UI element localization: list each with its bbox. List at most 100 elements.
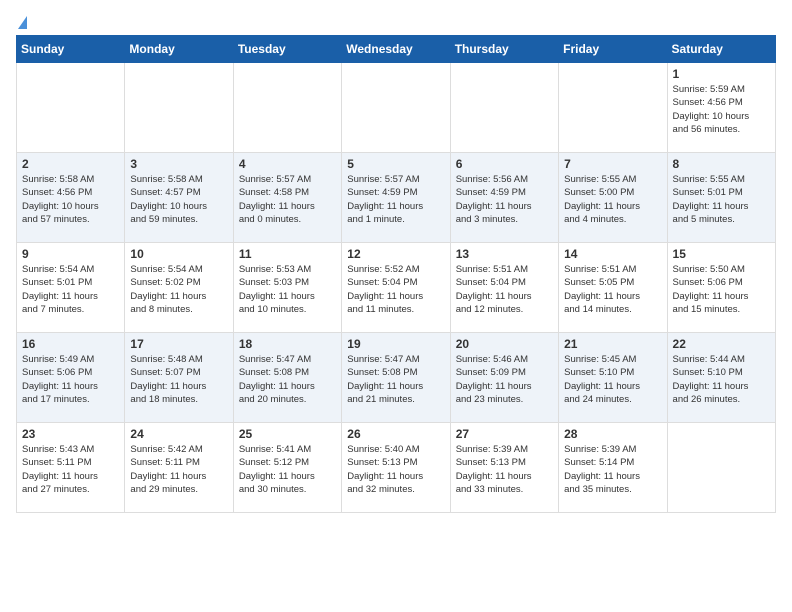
logo-triangle-icon	[18, 16, 27, 29]
calendar-cell: 3 Sunrise: 5:58 AM Sunset: 4:57 PM Daylig…	[125, 153, 233, 243]
weekday-header-friday: Friday	[559, 36, 667, 63]
day-detail: Sunrise: 5:51 AM Sunset: 5:05 PM Dayligh…	[564, 263, 661, 316]
calendar-cell: 18 Sunrise: 5:47 AM Sunset: 5:08 PM Dayli…	[233, 333, 341, 423]
weekday-header-monday: Monday	[125, 36, 233, 63]
day-number: 28	[564, 427, 661, 441]
day-number: 21	[564, 337, 661, 351]
calendar-cell: 9 Sunrise: 5:54 AM Sunset: 5:01 PM Daylig…	[17, 243, 125, 333]
calendar-week-row: 16 Sunrise: 5:49 AM Sunset: 5:06 PM Dayli…	[17, 333, 776, 423]
day-number: 7	[564, 157, 661, 171]
calendar-cell: 13 Sunrise: 5:51 AM Sunset: 5:04 PM Dayli…	[450, 243, 558, 333]
weekday-header-wednesday: Wednesday	[342, 36, 450, 63]
day-number: 16	[22, 337, 119, 351]
calendar-cell: 12 Sunrise: 5:52 AM Sunset: 5:04 PM Dayli…	[342, 243, 450, 333]
calendar-week-row: 2 Sunrise: 5:58 AM Sunset: 4:56 PM Daylig…	[17, 153, 776, 243]
day-detail: Sunrise: 5:45 AM Sunset: 5:10 PM Dayligh…	[564, 353, 661, 406]
calendar-table: SundayMondayTuesdayWednesdayThursdayFrid…	[16, 35, 776, 513]
day-detail: Sunrise: 5:52 AM Sunset: 5:04 PM Dayligh…	[347, 263, 444, 316]
calendar-cell	[342, 63, 450, 153]
day-detail: Sunrise: 5:49 AM Sunset: 5:06 PM Dayligh…	[22, 353, 119, 406]
day-number: 9	[22, 247, 119, 261]
day-number: 23	[22, 427, 119, 441]
day-number: 17	[130, 337, 227, 351]
day-detail: Sunrise: 5:58 AM Sunset: 4:56 PM Dayligh…	[22, 173, 119, 226]
calendar-week-row: 23 Sunrise: 5:43 AM Sunset: 5:11 PM Dayli…	[17, 423, 776, 513]
calendar-cell: 24 Sunrise: 5:42 AM Sunset: 5:11 PM Dayli…	[125, 423, 233, 513]
calendar-cell	[17, 63, 125, 153]
calendar-cell: 28 Sunrise: 5:39 AM Sunset: 5:14 PM Dayli…	[559, 423, 667, 513]
day-detail: Sunrise: 5:58 AM Sunset: 4:57 PM Dayligh…	[130, 173, 227, 226]
weekday-header-tuesday: Tuesday	[233, 36, 341, 63]
calendar-cell	[559, 63, 667, 153]
calendar-week-row: 1Sunrise: 5:59 AM Sunset: 4:56 PM Daylig…	[17, 63, 776, 153]
calendar-cell: 6 Sunrise: 5:56 AM Sunset: 4:59 PM Daylig…	[450, 153, 558, 243]
day-detail: Sunrise: 5:48 AM Sunset: 5:07 PM Dayligh…	[130, 353, 227, 406]
day-number: 25	[239, 427, 336, 441]
calendar-cell: 23 Sunrise: 5:43 AM Sunset: 5:11 PM Dayli…	[17, 423, 125, 513]
calendar-cell: 26 Sunrise: 5:40 AM Sunset: 5:13 PM Dayli…	[342, 423, 450, 513]
calendar-cell	[450, 63, 558, 153]
calendar-cell: 15 Sunrise: 5:50 AM Sunset: 5:06 PM Dayli…	[667, 243, 775, 333]
weekday-header-sunday: Sunday	[17, 36, 125, 63]
day-detail: Sunrise: 5:39 AM Sunset: 5:14 PM Dayligh…	[564, 443, 661, 496]
day-number: 18	[239, 337, 336, 351]
day-detail: Sunrise: 5:57 AM Sunset: 4:58 PM Dayligh…	[239, 173, 336, 226]
page-header	[16, 16, 776, 27]
weekday-header-row: SundayMondayTuesdayWednesdayThursdayFrid…	[17, 36, 776, 63]
day-detail: Sunrise: 5:43 AM Sunset: 5:11 PM Dayligh…	[22, 443, 119, 496]
calendar-cell: 5Sunrise: 5:57 AM Sunset: 4:59 PM Daylig…	[342, 153, 450, 243]
calendar-cell: 8 Sunrise: 5:55 AM Sunset: 5:01 PM Daylig…	[667, 153, 775, 243]
day-number: 27	[456, 427, 553, 441]
day-detail: Sunrise: 5:47 AM Sunset: 5:08 PM Dayligh…	[347, 353, 444, 406]
day-detail: Sunrise: 5:41 AM Sunset: 5:12 PM Dayligh…	[239, 443, 336, 496]
day-number: 24	[130, 427, 227, 441]
day-number: 2	[22, 157, 119, 171]
calendar-cell: 11 Sunrise: 5:53 AM Sunset: 5:03 PM Dayli…	[233, 243, 341, 333]
calendar-cell: 27Sunrise: 5:39 AM Sunset: 5:13 PM Dayli…	[450, 423, 558, 513]
day-number: 10	[130, 247, 227, 261]
day-detail: Sunrise: 5:54 AM Sunset: 5:02 PM Dayligh…	[130, 263, 227, 316]
day-detail: Sunrise: 5:44 AM Sunset: 5:10 PM Dayligh…	[673, 353, 770, 406]
day-detail: Sunrise: 5:47 AM Sunset: 5:08 PM Dayligh…	[239, 353, 336, 406]
day-detail: Sunrise: 5:55 AM Sunset: 5:01 PM Dayligh…	[673, 173, 770, 226]
day-detail: Sunrise: 5:50 AM Sunset: 5:06 PM Dayligh…	[673, 263, 770, 316]
day-detail: Sunrise: 5:42 AM Sunset: 5:11 PM Dayligh…	[130, 443, 227, 496]
calendar-cell: 7 Sunrise: 5:55 AM Sunset: 5:00 PM Daylig…	[559, 153, 667, 243]
day-number: 20	[456, 337, 553, 351]
day-detail: Sunrise: 5:57 AM Sunset: 4:59 PM Dayligh…	[347, 173, 444, 226]
day-detail: Sunrise: 5:59 AM Sunset: 4:56 PM Dayligh…	[673, 83, 770, 136]
day-number: 6	[456, 157, 553, 171]
calendar-cell: 22Sunrise: 5:44 AM Sunset: 5:10 PM Dayli…	[667, 333, 775, 423]
day-number: 14	[564, 247, 661, 261]
day-detail: Sunrise: 5:46 AM Sunset: 5:09 PM Dayligh…	[456, 353, 553, 406]
weekday-header-thursday: Thursday	[450, 36, 558, 63]
day-number: 26	[347, 427, 444, 441]
calendar-cell: 14 Sunrise: 5:51 AM Sunset: 5:05 PM Dayli…	[559, 243, 667, 333]
calendar-cell: 10 Sunrise: 5:54 AM Sunset: 5:02 PM Dayli…	[125, 243, 233, 333]
day-detail: Sunrise: 5:51 AM Sunset: 5:04 PM Dayligh…	[456, 263, 553, 316]
day-detail: Sunrise: 5:55 AM Sunset: 5:00 PM Dayligh…	[564, 173, 661, 226]
day-detail: Sunrise: 5:54 AM Sunset: 5:01 PM Dayligh…	[22, 263, 119, 316]
day-number: 13	[456, 247, 553, 261]
day-number: 8	[673, 157, 770, 171]
calendar-cell	[233, 63, 341, 153]
day-number: 15	[673, 247, 770, 261]
day-detail: Sunrise: 5:40 AM Sunset: 5:13 PM Dayligh…	[347, 443, 444, 496]
day-detail: Sunrise: 5:53 AM Sunset: 5:03 PM Dayligh…	[239, 263, 336, 316]
calendar-cell: 1Sunrise: 5:59 AM Sunset: 4:56 PM Daylig…	[667, 63, 775, 153]
day-number: 12	[347, 247, 444, 261]
calendar-cell	[667, 423, 775, 513]
calendar-week-row: 9 Sunrise: 5:54 AM Sunset: 5:01 PM Daylig…	[17, 243, 776, 333]
day-number: 3	[130, 157, 227, 171]
day-number: 19	[347, 337, 444, 351]
calendar-cell: 16 Sunrise: 5:49 AM Sunset: 5:06 PM Dayli…	[17, 333, 125, 423]
day-detail: Sunrise: 5:56 AM Sunset: 4:59 PM Dayligh…	[456, 173, 553, 226]
calendar-cell: 17 Sunrise: 5:48 AM Sunset: 5:07 PM Dayli…	[125, 333, 233, 423]
calendar-cell: 4Sunrise: 5:57 AM Sunset: 4:58 PM Daylig…	[233, 153, 341, 243]
calendar-cell: 19 Sunrise: 5:47 AM Sunset: 5:08 PM Dayli…	[342, 333, 450, 423]
day-number: 11	[239, 247, 336, 261]
calendar-cell: 25 Sunrise: 5:41 AM Sunset: 5:12 PM Dayli…	[233, 423, 341, 513]
weekday-header-saturday: Saturday	[667, 36, 775, 63]
calendar-cell: 2 Sunrise: 5:58 AM Sunset: 4:56 PM Daylig…	[17, 153, 125, 243]
calendar-cell	[125, 63, 233, 153]
